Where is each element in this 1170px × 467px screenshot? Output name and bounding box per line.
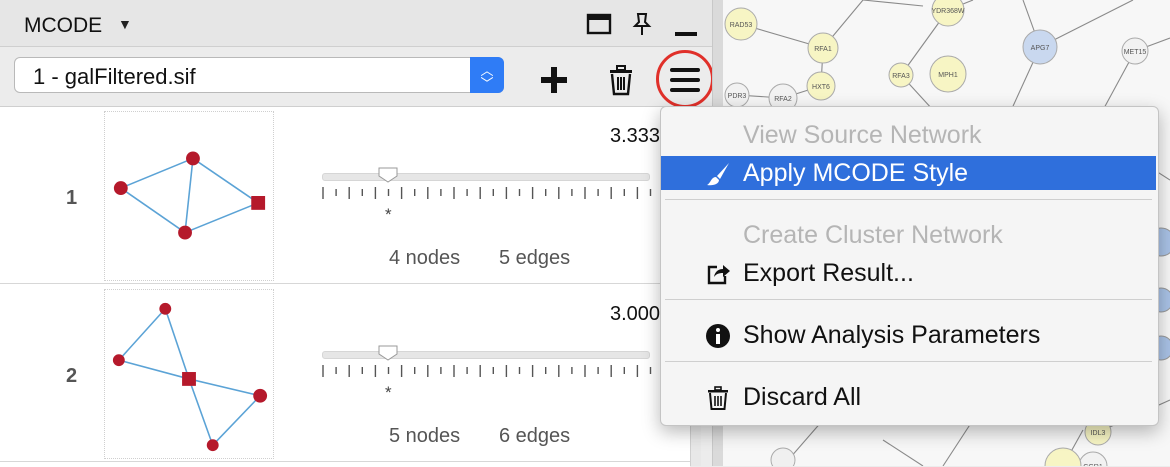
network-select-value: 1 - galFiltered.sif <box>33 64 196 89</box>
nodes-count: 4 nodes <box>389 247 461 269</box>
options-menu: View Source Network Apply MCODE Style Cr… <box>660 106 1159 426</box>
edges-count: 6 edges <box>499 425 571 447</box>
menu-separator <box>665 299 1152 300</box>
info-icon <box>706 324 730 348</box>
canvas-node-label: PDR3 <box>728 93 747 100</box>
nodes-count: 5 nodes <box>389 425 461 447</box>
delete-button[interactable] <box>604 62 638 98</box>
slider-handle[interactable] <box>378 345 398 361</box>
canvas-node-label: RFA3 <box>892 73 910 80</box>
menu-separator <box>665 361 1152 362</box>
canvas-node-label: IDL3 <box>1091 430 1106 437</box>
canvas-node-label: YDR368W <box>931 8 964 15</box>
trash-icon <box>708 386 728 410</box>
cluster-thumbnail[interactable] <box>104 111 274 281</box>
menu-item-label: View Source Network <box>743 121 982 149</box>
score-slider[interactable] <box>322 351 650 359</box>
mcode-panel: MCODE ▼ 1 - galFiltered.sif ︿ ﹀ 1 3.333 … <box>0 0 714 467</box>
menu-item-label: Export Result... <box>743 259 914 287</box>
menu-item-label: Apply MCODE Style <box>743 159 969 187</box>
cluster-score: 3.000 <box>610 303 661 325</box>
canvas-node-label: MET15 <box>1124 49 1147 56</box>
canvas-node-label: MPH1 <box>938 72 958 79</box>
menu-item-apply-mcode-style[interactable]: Apply MCODE Style <box>661 156 1156 190</box>
menu-item-view-source-network[interactable]: View Source Network <box>661 118 1156 152</box>
canvas-node[interactable] <box>1044 447 1082 466</box>
canvas-node-label: RFA1 <box>814 46 832 53</box>
slider-handle[interactable] <box>378 167 398 183</box>
float-window-icon[interactable] <box>585 10 613 38</box>
slider-marker: * <box>385 383 392 402</box>
edges-count: 5 edges <box>499 247 571 269</box>
canvas-node-label: HXT6 <box>812 84 830 91</box>
panel-title[interactable]: MCODE <box>24 14 102 38</box>
menu-item-label: Show Analysis Parameters <box>743 321 1041 349</box>
menu-item-label: Discard All <box>743 383 862 411</box>
menu-item-show-analysis-parameters[interactable]: Show Analysis Parameters <box>661 318 1156 352</box>
results-list: 1 3.333 * 4 nodes 5 edges 2 3.000 * 5 no… <box>0 106 690 467</box>
slider-ticks <box>322 365 652 377</box>
canvas-node-label: RFA2 <box>774 96 792 103</box>
slider-marker: * <box>385 205 392 224</box>
menu-item-export-result[interactable]: Export Result... <box>661 256 1156 290</box>
menu-item-label: Create Cluster Network <box>743 221 1003 249</box>
export-icon <box>707 265 730 285</box>
chevron-down-icon: ﹀ <box>480 76 494 91</box>
add-button[interactable] <box>536 63 572 97</box>
menu-item-discard-all[interactable]: Discard All <box>661 380 1156 414</box>
cluster-rank: 2 <box>66 365 78 387</box>
cluster-score: 3.333 <box>610 125 661 147</box>
title-dropdown-icon[interactable]: ▼ <box>118 16 132 32</box>
slider-ticks <box>322 187 652 199</box>
cluster-row[interactable]: 1 3.333 * 4 nodes 5 edges <box>0 107 690 284</box>
select-stepper[interactable]: ︿ ﹀ <box>470 57 504 93</box>
paintbrush-icon <box>707 163 729 186</box>
cluster-rank: 1 <box>66 187 78 209</box>
canvas-node-label: APG7 <box>1031 45 1050 52</box>
highlight-circle <box>656 50 714 108</box>
score-slider[interactable] <box>322 173 650 181</box>
network-select[interactable]: 1 - galFiltered.sif ︿ ﹀ <box>14 57 504 93</box>
cluster-thumbnail[interactable] <box>104 289 274 459</box>
canvas-node[interactable] <box>770 447 796 466</box>
menu-separator <box>665 199 1152 200</box>
panel-titlebar: MCODE ▼ <box>0 0 712 47</box>
cluster-row[interactable]: 2 3.000 * 5 nodes 6 edges <box>0 285 690 462</box>
minimize-icon[interactable] <box>672 10 700 38</box>
pin-icon[interactable] <box>628 10 656 38</box>
menu-item-create-cluster-network[interactable]: Create Cluster Network <box>661 218 1156 252</box>
canvas-node-label: RAD53 <box>730 22 753 29</box>
